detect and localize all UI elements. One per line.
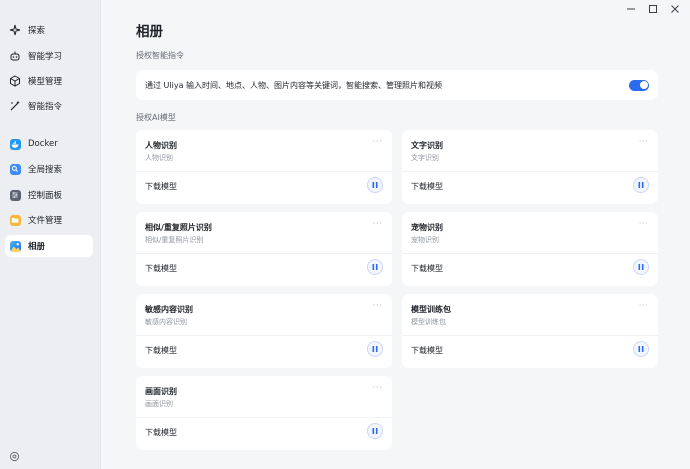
download-model-label: 下载模型 (145, 428, 177, 437)
pause-icon (372, 346, 378, 352)
auth-toggle[interactable] (629, 79, 649, 91)
card-divider (402, 335, 658, 336)
download-model-label: 下载模型 (411, 264, 443, 273)
sparkle-icon (9, 24, 21, 36)
card-title: 画面识别 (145, 387, 177, 396)
download-model-label: 下载模型 (145, 264, 177, 273)
robot-icon (9, 50, 21, 62)
model-card-text: 文字识别 文字识别 ··· 下载模型 (402, 130, 658, 204)
sidebar-item-explore[interactable]: 探索 (5, 19, 93, 41)
wand-icon (9, 100, 21, 112)
docker-icon (9, 138, 21, 150)
sidebar-item-label: 控制面板 (28, 191, 63, 201)
model-card-similar: 相似/重复照片识别 相似/重复照片识别 ··· 下载模型 (136, 212, 392, 286)
download-model-label: 下载模型 (411, 182, 443, 191)
pause-icon (372, 264, 378, 270)
pause-icon (638, 264, 644, 270)
sidebar-item-label: 智能学习 (28, 52, 63, 62)
sidebar-item-label: Docker (28, 139, 58, 149)
pause-download-button[interactable] (367, 341, 383, 357)
more-options-icon[interactable]: ··· (639, 219, 648, 228)
more-options-icon[interactable]: ··· (639, 137, 648, 146)
auth-smart-command-bar: 通过 Uliya 输入时间、地点、人物、图片内容等关键词，智能搜索、管理照片和视… (136, 70, 658, 100)
card-subtitle: 文字识别 (411, 154, 439, 162)
card-title: 模型训练包 (411, 305, 451, 314)
model-card-person: 人物识别 人物识别 ··· 下载模型 (136, 130, 392, 204)
card-title: 文字识别 (411, 141, 443, 150)
card-subtitle: 模型训练包 (411, 318, 446, 326)
card-divider (136, 335, 392, 336)
page-title: 相册 (136, 24, 163, 40)
sidebar-item-smart-learning[interactable]: 智能学习 (5, 45, 93, 67)
sidebar-item-label: 智能指令 (28, 102, 63, 112)
pause-download-button[interactable] (633, 259, 649, 275)
sidebar-item-label: 文件管理 (28, 216, 63, 226)
card-subtitle: 相似/重复照片识别 (145, 236, 204, 244)
card-divider (402, 253, 658, 254)
folder-icon (9, 214, 21, 226)
more-options-icon[interactable]: ··· (373, 219, 382, 228)
model-card-sensitive: 敏感内容识别 敏感内容识别 ··· 下载模型 (136, 294, 392, 368)
sidebar-item-label: 探索 (28, 26, 46, 36)
sidebar-item-global-search[interactable]: 全局搜索 (5, 158, 93, 180)
card-title: 敏感内容识别 (145, 305, 193, 314)
model-card-training: 模型训练包 模型训练包 ··· 下载模型 (402, 294, 658, 368)
card-subtitle: 敏感内容识别 (145, 318, 187, 326)
card-title: 宠物识别 (411, 223, 443, 232)
pause-icon (372, 182, 378, 188)
sidebar: 探索 智能学习 模型管理 智能指令 Docker 全局搜索 控制面板 文件管理 … (0, 0, 101, 469)
maximize-icon[interactable] (646, 3, 660, 15)
more-options-icon[interactable]: ··· (373, 137, 382, 146)
card-subtitle: 人物识别 (145, 154, 173, 162)
auth-section-title: 授权智能指令 (136, 51, 184, 60)
card-divider (136, 417, 392, 418)
more-options-icon[interactable]: ··· (373, 301, 382, 310)
sidebar-item-label: 模型管理 (28, 77, 63, 87)
search-app-icon (9, 163, 21, 175)
sidebar-item-docker[interactable]: Docker (5, 133, 93, 155)
models-section-title: 授权AI模型 (136, 113, 176, 122)
settings-gear-icon[interactable] (8, 450, 20, 462)
card-divider (136, 253, 392, 254)
card-divider (136, 171, 392, 172)
download-model-label: 下载模型 (145, 346, 177, 355)
sidebar-item-control-panel[interactable]: 控制面板 (5, 184, 93, 206)
download-model-label: 下载模型 (145, 182, 177, 191)
sidebar-item-label: 全局搜索 (28, 165, 63, 175)
auth-description: 通过 Uliya 输入时间、地点、人物、图片内容等关键词，智能搜索、管理照片和视… (145, 80, 443, 90)
window-controls (624, 3, 682, 15)
more-options-icon[interactable]: ··· (639, 301, 648, 310)
card-subtitle: 画面识别 (145, 400, 173, 408)
model-card-pet: 宠物识别 宠物识别 ··· 下载模型 (402, 212, 658, 286)
pause-icon (638, 346, 644, 352)
main-content: 相册 授权智能指令 通过 Uliya 输入时间、地点、人物、图片内容等关键词，智… (101, 0, 690, 469)
sidebar-item-photo-album[interactable]: 相册 (5, 235, 93, 257)
model-card-scene: 画面识别 画面识别 ··· 下载模型 (136, 376, 392, 450)
minimize-icon[interactable] (624, 3, 638, 15)
sidebar-item-model-management[interactable]: 模型管理 (5, 70, 93, 92)
close-icon[interactable] (668, 3, 682, 15)
pause-download-button[interactable] (367, 259, 383, 275)
photo-album-icon (9, 240, 21, 252)
sidebar-item-smart-command[interactable]: 智能指令 (5, 95, 93, 117)
pause-download-button[interactable] (633, 177, 649, 193)
pause-download-button[interactable] (367, 177, 383, 193)
card-title: 相似/重复照片识别 (145, 223, 212, 232)
card-title: 人物识别 (145, 141, 177, 150)
sidebar-item-file-manager[interactable]: 文件管理 (5, 209, 93, 231)
pause-icon (638, 182, 644, 188)
card-divider (402, 171, 658, 172)
pause-download-button[interactable] (367, 423, 383, 439)
sidebar-item-label: 相册 (28, 242, 46, 252)
cube-icon (9, 75, 21, 87)
card-subtitle: 宠物识别 (411, 236, 439, 244)
download-model-label: 下载模型 (411, 346, 443, 355)
control-panel-icon (9, 189, 21, 201)
pause-download-button[interactable] (633, 341, 649, 357)
pause-icon (372, 428, 378, 434)
more-options-icon[interactable]: ··· (373, 383, 382, 392)
